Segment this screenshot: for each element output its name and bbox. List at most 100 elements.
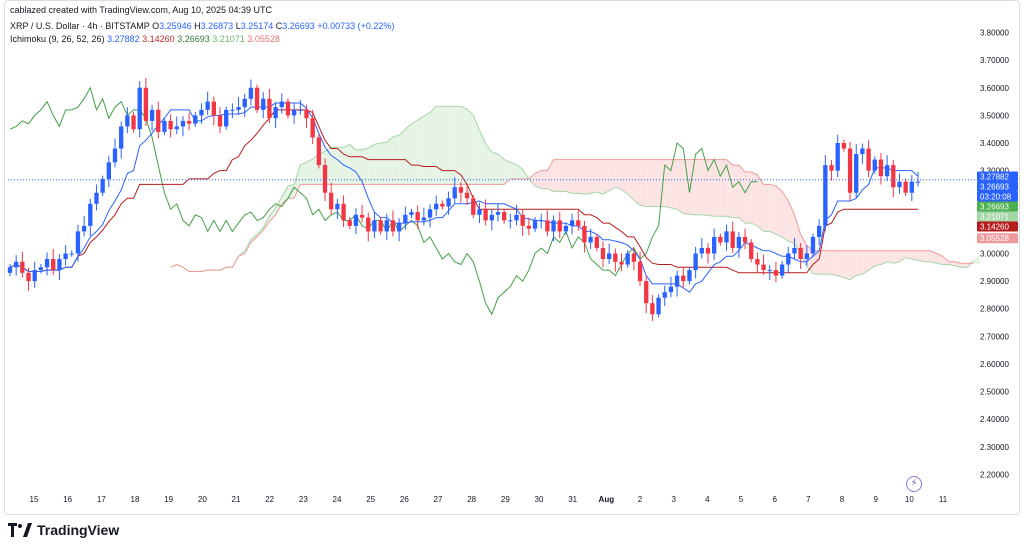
candle-body	[773, 270, 779, 276]
candle-body	[860, 148, 865, 155]
time-axis[interactable]: 15 16 17 18 19 20 21 22 23 24 25 26 27 28 29 30 31 Aug 2 3 4…	[30, 495, 948, 504]
candle-body	[261, 98, 266, 110]
candle-body	[798, 247, 803, 260]
cloud-segment	[615, 159, 622, 190]
candle-body	[446, 198, 451, 207]
candle-body	[477, 209, 482, 215]
cloud-segment	[423, 112, 431, 185]
y-tick-label: 3.70000	[980, 56, 1009, 65]
candle-body	[471, 198, 476, 215]
cloud-segment	[677, 159, 684, 214]
candle-body	[779, 264, 785, 276]
candle-body	[273, 107, 278, 119]
candle-body	[20, 261, 25, 273]
candle-body	[384, 220, 389, 232]
x-tick-label: 2	[638, 495, 643, 504]
cloud-segment	[720, 159, 727, 217]
candle-body	[903, 181, 908, 193]
cloud-segment	[411, 120, 418, 185]
candle-body	[693, 253, 698, 271]
candle-body	[75, 231, 81, 254]
candle-body	[267, 98, 272, 119]
candle-body	[112, 148, 118, 163]
cloud-segment	[473, 115, 480, 185]
lead-a-value: 3.21071	[212, 34, 245, 44]
candle-body	[884, 165, 890, 177]
candlestick-chart[interactable]: 3.800003.700003.600003.500003.400003.300…	[0, 0, 1024, 515]
candle-body	[817, 225, 822, 237]
candle-body	[613, 253, 618, 262]
candle-body	[396, 223, 402, 232]
candle-body	[199, 109, 204, 116]
candle-body	[372, 220, 377, 232]
candle-body	[217, 115, 223, 127]
candle-body	[434, 203, 439, 210]
tradingview-logo[interactable]: TradingView	[8, 520, 119, 540]
cloud-segment	[565, 159, 573, 194]
x-tick-label: 29	[501, 495, 510, 504]
candle-body	[662, 292, 667, 298]
price-label-text: 3.26693	[980, 202, 1009, 211]
candle-body	[44, 259, 50, 268]
cloud-segment	[380, 142, 387, 185]
cloud-segment	[578, 159, 585, 195]
x-tick-label: 27	[434, 495, 443, 504]
candle-body	[322, 165, 328, 193]
candle-body	[582, 225, 587, 243]
candle-body	[557, 220, 562, 232]
candle-body	[594, 236, 599, 248]
candle-body	[100, 178, 105, 193]
cloud-segment	[553, 159, 560, 192]
cloud-segment	[794, 214, 801, 253]
cloud-segment	[590, 159, 597, 194]
price-axis[interactable]: 3.800003.700003.600003.500003.400003.300…	[980, 29, 1009, 480]
open-value: 3.25946	[159, 21, 192, 31]
cloud-segment	[887, 250, 894, 264]
candle-body	[668, 286, 674, 293]
ichimoku-label: Ichimoku (9, 26, 52, 26)	[10, 34, 105, 44]
candle-body	[545, 220, 550, 232]
y-tick-label: 2.70000	[980, 332, 1009, 341]
candle-body	[526, 225, 532, 229]
candle-body	[532, 220, 538, 229]
cloud-segment	[510, 162, 517, 179]
x-tick-label: 23	[299, 495, 308, 504]
x-tick-label: 4	[705, 495, 710, 504]
cloud-segment	[355, 149, 363, 185]
cloud-segment	[621, 159, 628, 195]
symbol-label[interactable]: XRP / U.S. Dollar · 4h · BITSTAMP	[10, 21, 150, 31]
candle-body	[285, 101, 291, 116]
candle-body	[563, 225, 569, 232]
candle-body	[909, 181, 914, 193]
cloud-segment	[856, 250, 863, 276]
candle-body	[625, 253, 630, 265]
tradingview-logo-icon	[8, 523, 32, 537]
low-value: 3.25174	[240, 21, 274, 31]
candle-body	[88, 203, 93, 226]
cloud-segment	[763, 184, 770, 232]
x-tick-label: 21	[232, 495, 241, 504]
cloud-segment	[596, 159, 603, 195]
candle-body	[508, 220, 513, 222]
candle-body	[81, 225, 87, 232]
candle-body	[236, 107, 241, 110]
cloud-segment	[695, 159, 702, 215]
cloud-segment	[399, 129, 406, 185]
price-label-text: 3.21071	[980, 212, 1009, 221]
lightning-icon[interactable]: ⚡	[906, 476, 922, 492]
y-tick-label: 2.20000	[980, 470, 1009, 479]
candle-body	[242, 98, 247, 108]
x-tick-label: 28	[467, 495, 476, 504]
cloud-segment	[825, 250, 832, 275]
candle-body	[705, 247, 711, 254]
price-label-text: 03:20:08	[980, 192, 1012, 201]
cloud-segment	[652, 159, 659, 207]
cloud-segment	[868, 250, 875, 271]
cloud-segment	[961, 263, 968, 268]
candle-body	[866, 148, 871, 171]
x-tick-label: 31	[568, 495, 577, 504]
x-tick-label: 16	[63, 495, 72, 504]
cloud-segment	[448, 106, 455, 185]
candle-body	[186, 120, 192, 124]
ichimoku-legend[interactable]: Ichimoku (9, 26, 52, 26) 3.27882 3.14260…	[10, 34, 280, 44]
